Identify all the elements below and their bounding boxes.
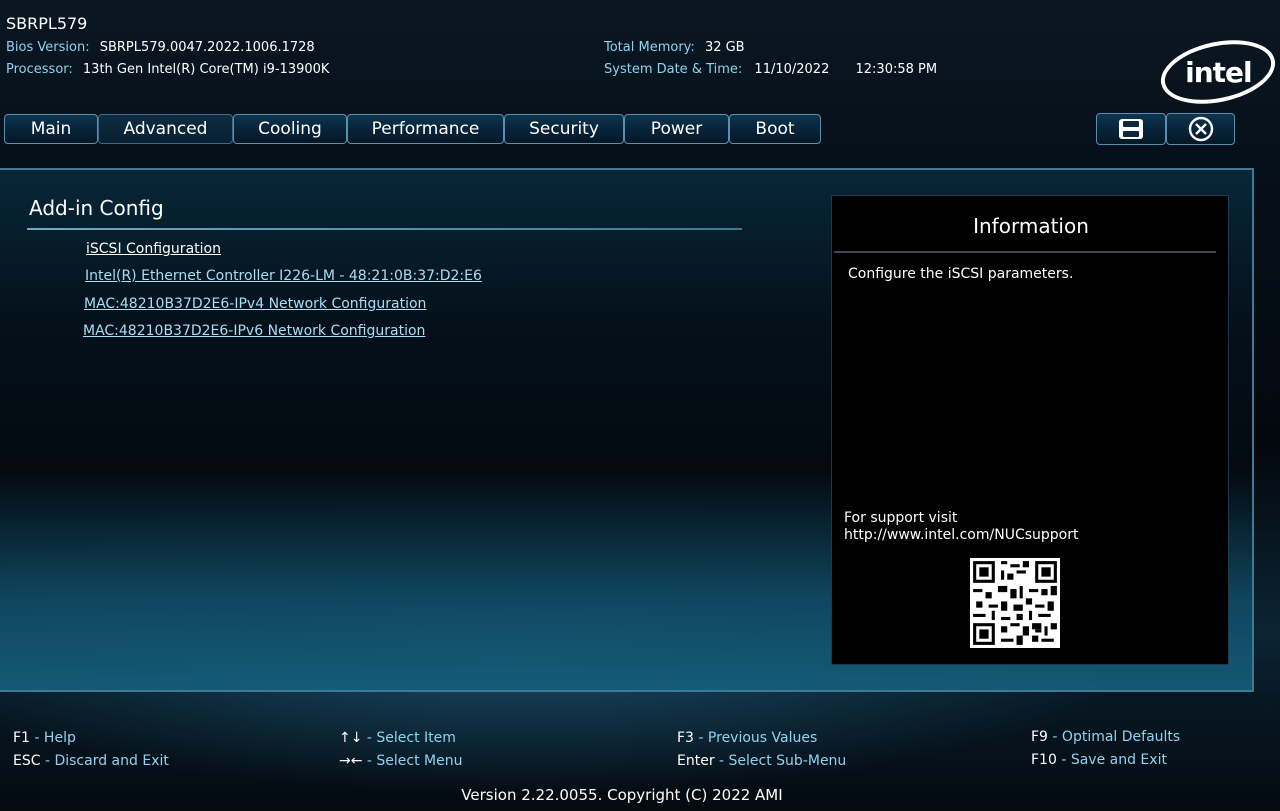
support-text: For support visit http://www.intel.com/N… <box>844 510 1078 544</box>
menu-item-ipv6-network-config[interactable]: MAC:48210B37D2E6-IPv6 Network Configurat… <box>83 323 425 339</box>
tab-boot[interactable]: Boot <box>729 114 821 144</box>
board-title: SBRPL579 <box>6 14 88 33</box>
footer-key-updown: ↑↓ - Select Item <box>339 730 456 746</box>
processor-value: 13th Gen Intel(R) Core(TM) i9-13900K <box>82 62 330 77</box>
system-datetime-row: System Date & Time: 11/10/2022 12:30:58 … <box>604 62 937 77</box>
tab-power[interactable]: Power <box>624 114 729 144</box>
information-divider <box>834 251 1216 253</box>
tab-security[interactable]: Security <box>504 114 624 144</box>
bios-version-value: SBRPL579.0047.2022.1006.1728 <box>99 40 315 55</box>
qr-code-icon <box>970 558 1060 648</box>
processor-label: Processor: <box>6 62 73 77</box>
footer-key-f9: F9 - Optimal Defaults <box>1031 729 1181 745</box>
section-title: Add-in Config <box>29 196 164 220</box>
total-memory-label: Total Memory: <box>604 40 695 55</box>
header: SBRPL579 Bios Version: SBRPL579.0047.202… <box>0 0 1280 114</box>
tab-cooling[interactable]: Cooling <box>233 114 347 144</box>
information-title: Information <box>973 214 1089 238</box>
footer-key-f10: F10 - Save and Exit <box>1031 752 1167 768</box>
system-time-value: 12:30:58 PM <box>855 62 938 77</box>
bios-version-label: Bios Version: <box>6 40 90 55</box>
system-date-value: 11/10/2022 <box>754 62 830 77</box>
total-memory-value: 32 GB <box>704 40 745 55</box>
close-circle-icon <box>1188 116 1213 142</box>
floppy-disk-icon <box>1119 119 1143 139</box>
footer-key-f3: F3 - Previous Values <box>677 730 818 746</box>
footer-key-f1: F1 - Help <box>13 730 76 746</box>
save-button[interactable] <box>1096 113 1166 145</box>
menu-item-iscsi-configuration[interactable]: iSCSI Configuration <box>86 241 221 257</box>
processor-row: Processor: 13th Gen Intel(R) Core(TM) i9… <box>6 62 329 77</box>
total-memory-row: Total Memory: 32 GB <box>604 40 745 55</box>
system-datetime-label: System Date & Time: <box>604 62 743 77</box>
information-panel: Information Configure the iSCSI paramete… <box>831 195 1229 665</box>
footer-key-leftright: →← - Select Menu <box>339 753 463 769</box>
support-url: http://www.intel.com/NUCsupport <box>844 527 1079 543</box>
version-text: Version 2.22.0055. Copyright (C) 2022 AM… <box>461 786 783 804</box>
footer-key-enter: Enter - Select Sub-Menu <box>677 753 847 769</box>
tab-performance[interactable]: Performance <box>347 114 504 144</box>
information-text: Configure the iSCSI parameters. <box>848 266 1074 282</box>
menu-item-ipv4-network-config[interactable]: MAC:48210B37D2E6-IPv4 Network Configurat… <box>84 296 426 312</box>
qr-code-graphic <box>970 558 1060 648</box>
support-line-1: For support visit <box>844 510 958 526</box>
exit-button[interactable] <box>1166 113 1235 145</box>
tab-advanced[interactable]: Advanced <box>98 114 233 144</box>
bios-version-row: Bios Version: SBRPL579.0047.2022.1006.17… <box>6 40 315 55</box>
menu-item-ethernet-controller[interactable]: Intel(R) Ethernet Controller I226-LM - 4… <box>85 268 482 284</box>
section-divider <box>27 228 742 230</box>
intel-logo-text: intel <box>1184 55 1252 89</box>
footer-key-esc: ESC - Discard and Exit <box>13 753 169 769</box>
tab-main[interactable]: Main <box>4 114 98 144</box>
intel-logo: intel <box>1155 30 1280 114</box>
